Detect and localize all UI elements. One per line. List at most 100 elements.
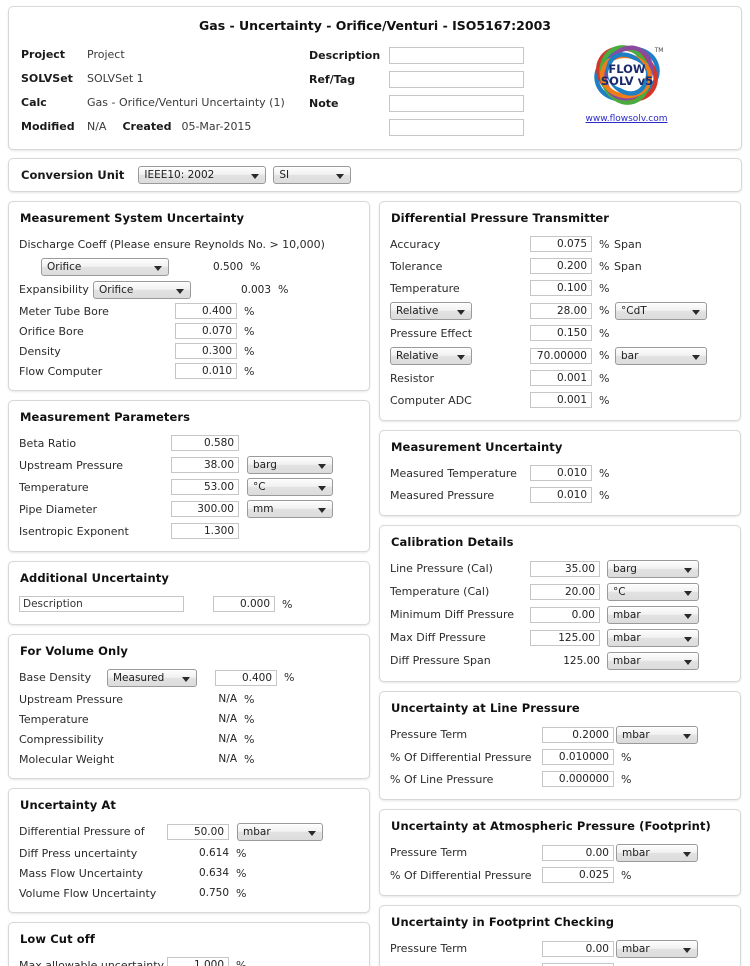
base-density-input[interactable]: 0.400	[215, 669, 277, 686]
discharge-coeff-note: Discharge Coeff (Please ensure Reynolds …	[19, 237, 325, 251]
fvo-temperature-unit: %	[244, 712, 255, 726]
pressure-effect-input[interactable]: 0.150	[530, 325, 592, 341]
ulp-pressure-term-input[interactable]: 0.2000	[542, 726, 614, 743]
uap-pct-dp-label: % Of Differential Pressure	[390, 868, 532, 882]
press-mode-units-select[interactable]: bar	[615, 346, 707, 365]
dpt-row-adc: Computer ADC 0.001 %	[390, 389, 730, 411]
pipe-diameter-label: Pipe Diameter	[19, 502, 98, 516]
accuracy-input[interactable]: 0.075	[530, 236, 592, 252]
measured-temperature-input[interactable]: 0.010	[530, 465, 592, 481]
expansibility-select[interactable]: Orifice	[93, 280, 191, 299]
ufc-pressure-term-input[interactable]: 0.00	[542, 940, 614, 957]
upstream-pressure-unit-select[interactable]: barg	[247, 456, 333, 474]
line-pressure-cal-label: Line Pressure (Cal)	[390, 562, 493, 575]
diff-pressure-span-unit-select[interactable]: mbar	[607, 651, 699, 670]
header-meta-left: Project Project SOLVSet SOLVSet 1 Calc G…	[21, 42, 309, 138]
cd-title: Calibration Details	[391, 535, 514, 549]
resistor-input[interactable]: 0.001	[530, 370, 592, 386]
minimum-diff-pressure-unit-select[interactable]: mbar	[607, 605, 699, 624]
uap-pressure-term-unit-select[interactable]: mbar	[616, 843, 698, 862]
max-diff-pressure-unit-select[interactable]: mbar	[607, 628, 699, 647]
resistor-unit: %	[599, 371, 610, 385]
flow-computer-input[interactable]: 0.010	[175, 363, 237, 379]
density-input[interactable]: 0.300	[175, 343, 237, 359]
max-diff-pressure-input[interactable]: 125.00	[530, 629, 600, 646]
line-pressure-cal-unit-select[interactable]: barg	[607, 559, 699, 578]
max-allowable-uncertainty-unit: %	[236, 958, 247, 966]
ulp-pct-lp-unit: %	[621, 772, 632, 786]
conversion-system-select[interactable]: SI	[273, 166, 352, 184]
pipe-diameter-input[interactable]: 300.00	[171, 501, 239, 517]
volume-flow-uncertainty-label: Volume Flow Uncertainty	[19, 886, 157, 900]
temp-mode-input[interactable]: 28.00	[530, 302, 592, 319]
minimum-diff-pressure-input[interactable]: 0.00	[530, 606, 600, 623]
measured-temperature-label: Measured Temperature	[390, 466, 517, 480]
pressure-effect-label: Pressure Effect	[390, 326, 473, 340]
fvo-row-temperature: Temperature N/A %	[19, 709, 359, 729]
ua-row-diff-press: Diff Press uncertainty 0.614 %	[19, 843, 359, 863]
orifice-bore-unit: %	[244, 324, 255, 338]
dp-transmitter-panel: Differential Pressure Transmitter Accura…	[379, 201, 741, 421]
diff-press-uncertainty-unit: %	[236, 846, 247, 860]
conversion-unit-label: Conversion Unit	[21, 168, 125, 182]
measured-pressure-input[interactable]: 0.010	[530, 487, 592, 503]
additional-description-input[interactable]: Description	[19, 596, 184, 612]
isentropic-exponent-input[interactable]: 1.300	[171, 523, 239, 539]
temperature-input[interactable]: 53.00	[171, 479, 239, 495]
pipe-diameter-unit-select[interactable]: mm	[247, 500, 333, 518]
max-allowable-uncertainty-input[interactable]: 1.000	[167, 957, 229, 966]
uap-row-pct-dp: % Of Differential Pressure 0.025 %	[390, 864, 730, 886]
base-density-select[interactable]: Measured	[107, 668, 197, 687]
volume-flow-uncertainty-unit: %	[236, 886, 247, 900]
ulp-pct-lp-input[interactable]: 0.000000	[542, 771, 614, 787]
upstream-pressure-input[interactable]: 38.00	[171, 457, 239, 473]
diff-pressure-span-value: 125.00	[563, 654, 600, 667]
tolerance-input[interactable]: 0.200	[530, 258, 592, 274]
description-input[interactable]	[389, 46, 524, 64]
cd-row-dp-span: Diff Pressure Span 125.00 mbar	[390, 649, 730, 672]
uap-pct-dp-input[interactable]: 0.025	[542, 867, 614, 883]
ulp-pressure-term-unit-select[interactable]: mbar	[616, 725, 698, 744]
dpt-row-pressure-effect: Pressure Effect 0.150 %	[390, 322, 730, 344]
reftag-input[interactable]	[389, 70, 524, 88]
dpt-temperature-input[interactable]: 0.100	[530, 280, 592, 296]
orifice-bore-input[interactable]: 0.070	[175, 323, 237, 339]
press-mode-select[interactable]: Relative	[390, 346, 472, 365]
discharge-coeff-select[interactable]: Orifice	[41, 257, 169, 276]
line-pressure-cal-input[interactable]: 35.00	[530, 560, 600, 577]
dpt-temperature-unit: %	[599, 281, 610, 295]
ufc-pressure-term-unit-select[interactable]: mbar	[616, 939, 698, 958]
fvo-title: For Volume Only	[20, 644, 128, 658]
accuracy-label: Accuracy	[390, 237, 441, 251]
conversion-standard-select[interactable]: IEEE10: 2002	[138, 166, 267, 184]
temperature-unit-select[interactable]: °C	[247, 478, 333, 496]
tolerance-unit: %	[599, 259, 610, 273]
press-mode-input[interactable]: 70.00000	[530, 347, 592, 364]
differential-pressure-of-unit-select[interactable]: mbar	[237, 822, 323, 841]
uap-pressure-term-input[interactable]: 0.00	[542, 844, 614, 861]
additional-value-input[interactable]: 0.000	[213, 596, 275, 612]
temp-mode-units-select[interactable]: °CdT	[615, 301, 707, 320]
calc-value: Gas - Orifice/Venturi Uncertainty (1)	[87, 95, 285, 109]
dpt-temperature-label: Temperature	[390, 281, 460, 295]
differential-pressure-of-input[interactable]: 50.00	[167, 823, 229, 840]
meter-tube-bore-unit: %	[244, 304, 255, 318]
ulp-pct-dp-input[interactable]: 0.010000	[542, 749, 614, 765]
right-column: Differential Pressure Transmitter Accura…	[379, 201, 741, 966]
temperature-cal-input[interactable]: 20.00	[530, 583, 600, 600]
press-mode-unit: %	[599, 349, 610, 362]
note-input[interactable]	[389, 94, 524, 112]
temperature-cal-unit-select[interactable]: °C	[607, 582, 699, 601]
extra-input[interactable]	[389, 118, 524, 136]
solvset-label: SOLVSet	[21, 71, 73, 85]
computer-adc-input[interactable]: 0.001	[530, 392, 592, 408]
fvo-row-base-density: Base Density Measured 0.400 %	[19, 666, 359, 689]
computer-adc-label: Computer ADC	[390, 393, 472, 407]
temp-mode-select[interactable]: Relative	[390, 301, 472, 320]
page-title: Gas - Uncertainty - Orifice/Venturi - IS…	[199, 18, 551, 33]
calc-label: Calc	[21, 95, 47, 109]
beta-ratio-input[interactable]: 0.580	[171, 435, 239, 451]
measurement-parameters-panel: Measurement Parameters Beta Ratio 0.580 …	[8, 400, 370, 552]
flowsolv-website-link[interactable]: www.flowsolv.com	[585, 114, 667, 124]
meter-tube-bore-input[interactable]: 0.400	[175, 303, 237, 319]
